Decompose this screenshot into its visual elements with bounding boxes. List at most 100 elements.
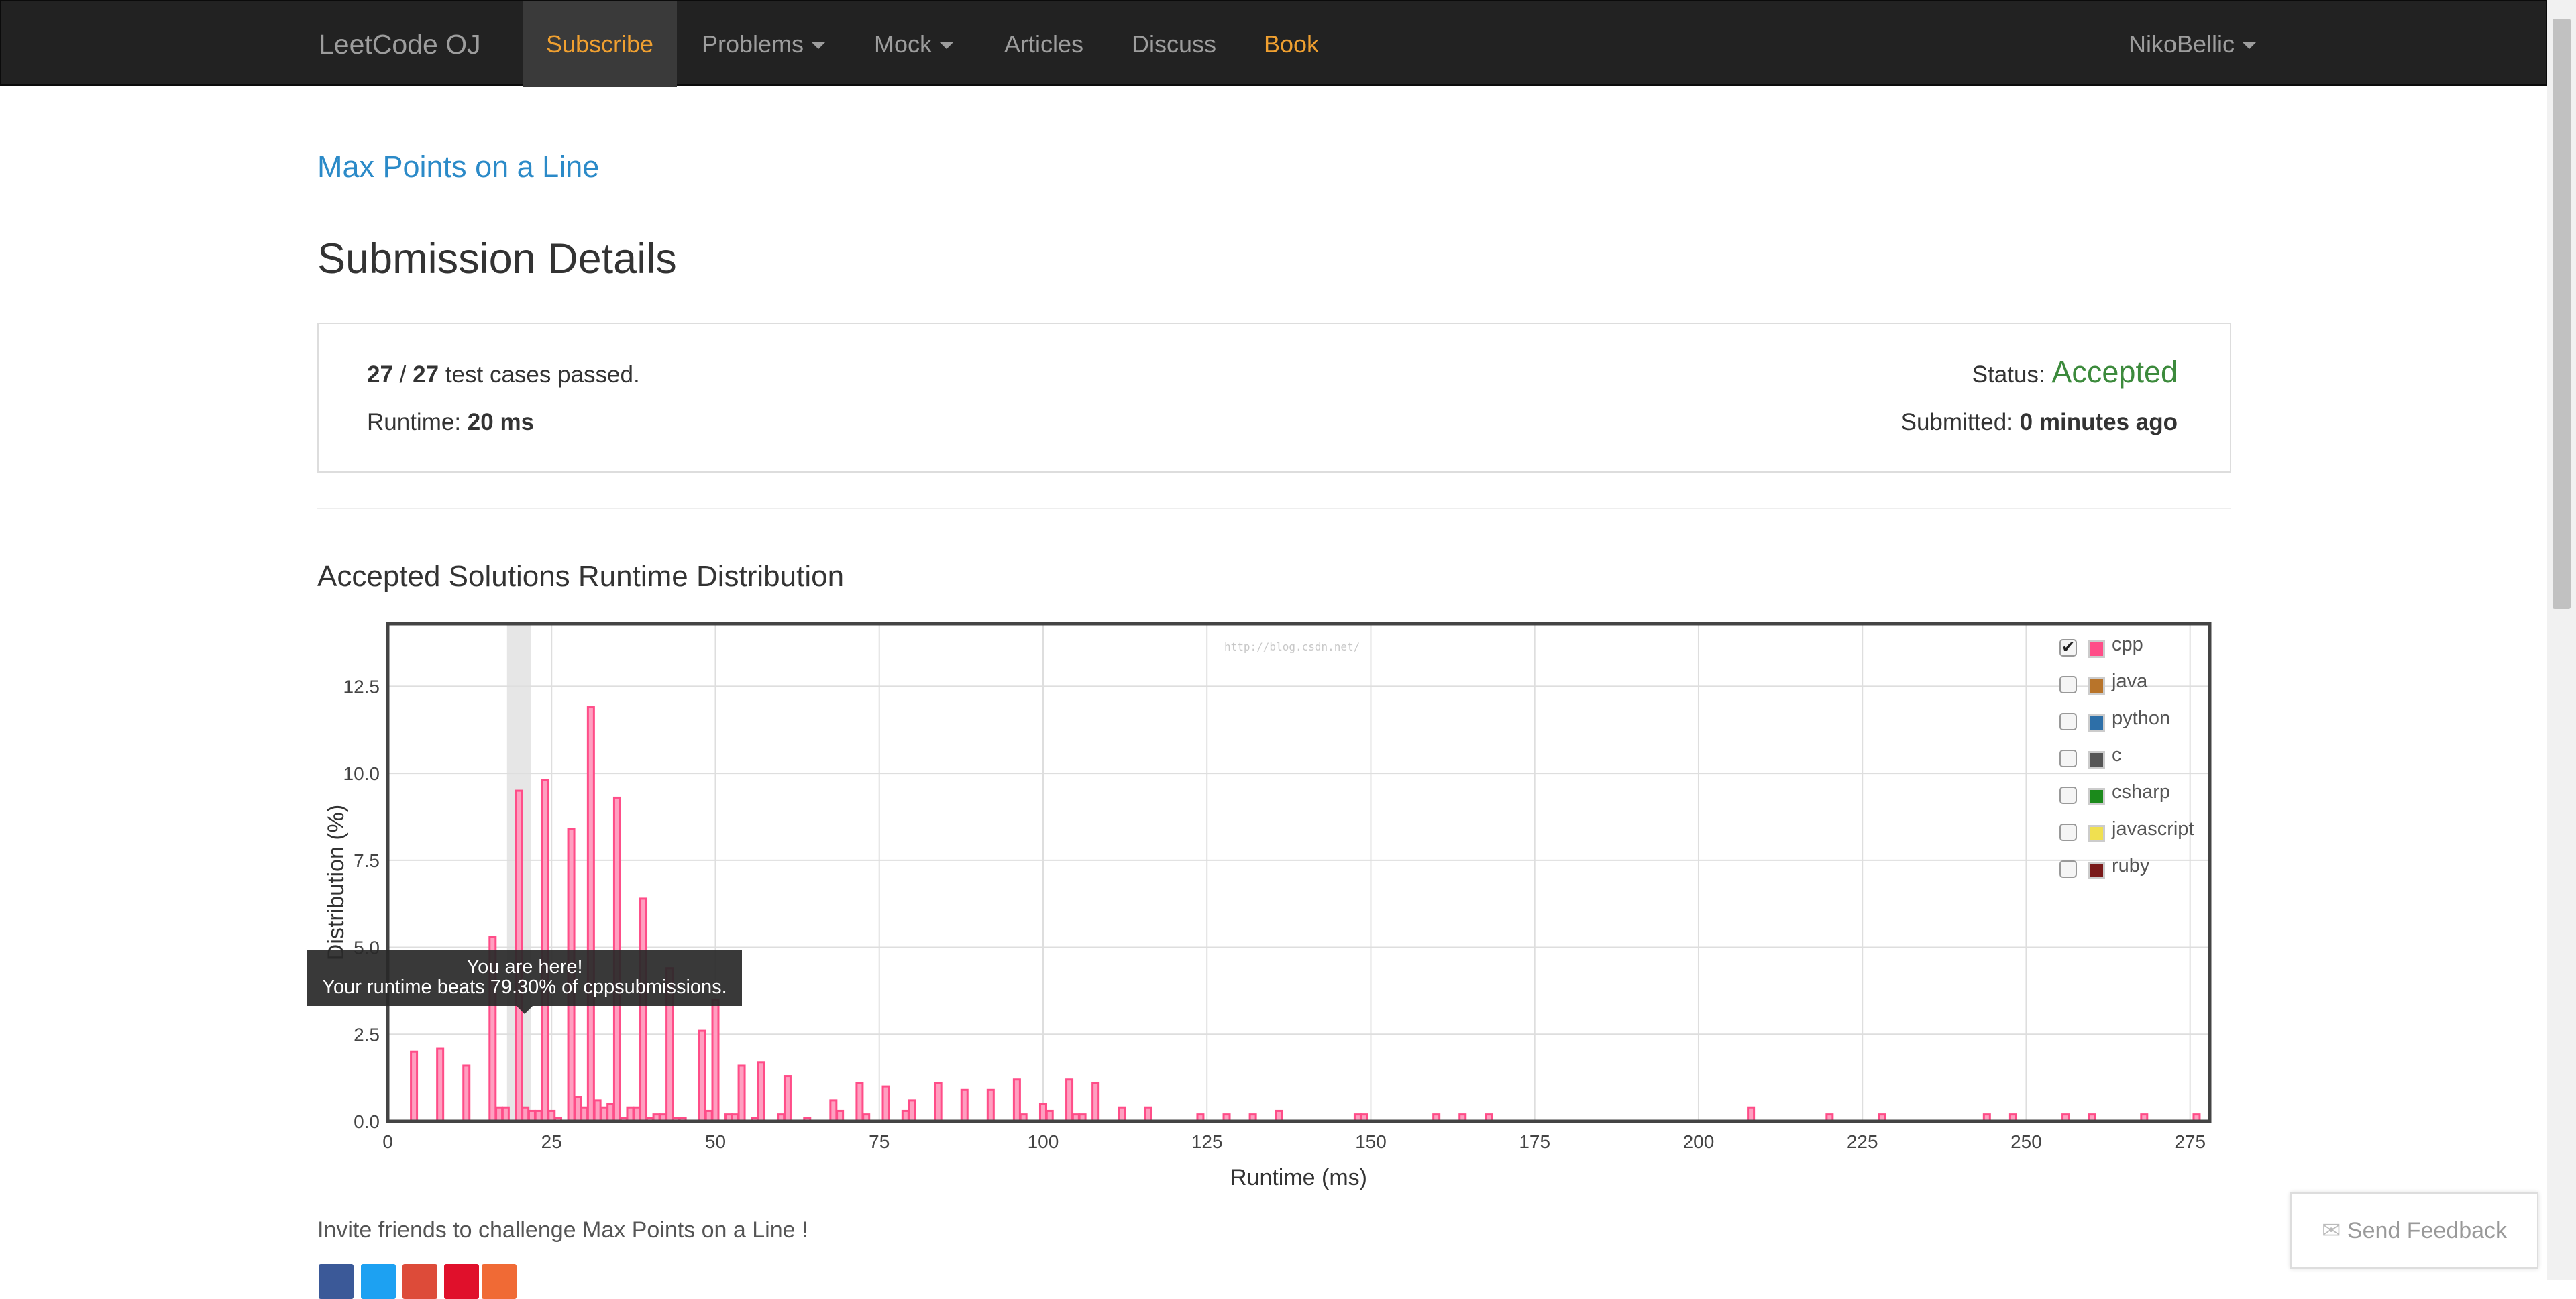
x-tick-label: 50 xyxy=(705,1131,726,1152)
status-label: Status: xyxy=(1972,361,2045,388)
tooltip-title: You are here! xyxy=(466,956,583,978)
bar-cpp xyxy=(462,1064,471,1123)
legend-swatch-ruby xyxy=(2088,862,2105,879)
x-tick-label: 75 xyxy=(869,1131,890,1152)
legend-checkbox-java[interactable] xyxy=(2059,676,2077,693)
bar-cpp xyxy=(586,706,595,1123)
runtime-label: Runtime: xyxy=(367,409,462,435)
legend-swatch-java xyxy=(2088,677,2105,695)
status-value: Accepted xyxy=(2051,355,2178,389)
bar-cpp xyxy=(881,1085,890,1123)
y-tick-label: 0.0 xyxy=(354,1111,380,1132)
bar-cpp xyxy=(1038,1103,1047,1123)
nav-discuss[interactable]: Discuss xyxy=(1132,1,1216,87)
nav-mock[interactable]: Mock xyxy=(874,1,954,87)
x-tick-label: 225 xyxy=(1847,1131,1878,1152)
user-menu[interactable]: NikoBellic xyxy=(2129,1,2257,87)
x-tick-label: 0 xyxy=(382,1131,393,1152)
nav-articles[interactable]: Articles xyxy=(1004,1,1083,87)
bar-cpp xyxy=(1144,1106,1152,1123)
y-tick-label: 2.5 xyxy=(354,1024,380,1045)
bar-cpp xyxy=(1065,1078,1074,1123)
nav-book[interactable]: Book xyxy=(1264,1,1319,87)
envelope-icon: ✉ xyxy=(2321,1218,2341,1243)
y-axis-label: Distribution (%) xyxy=(323,805,349,960)
y-tick-label: 10.0 xyxy=(343,763,380,784)
bar-cpp xyxy=(711,998,720,1123)
legend-checkbox-ruby[interactable] xyxy=(2059,860,2077,878)
legend-swatch-csharp xyxy=(2088,788,2105,805)
bar-cpp xyxy=(855,1082,864,1123)
legend-checkbox-cpp[interactable]: ✔ xyxy=(2059,639,2077,657)
google-plus-share-icon[interactable] xyxy=(402,1264,437,1299)
tooltip-pointer xyxy=(517,1006,533,1014)
legend-label-c: c xyxy=(2112,744,2122,766)
bar-cpp xyxy=(626,1106,635,1123)
test-cases-summary: 27 / 27 test cases passed. xyxy=(367,361,640,388)
bar-cpp xyxy=(960,1088,969,1123)
bar-cpp xyxy=(436,1047,445,1123)
x-tick-label: 150 xyxy=(1355,1131,1387,1152)
y-tick-label: 12.5 xyxy=(343,676,380,697)
x-tick-label: 175 xyxy=(1519,1131,1550,1152)
bar-cpp xyxy=(757,1061,765,1123)
x-tick-label: 200 xyxy=(1683,1131,1715,1152)
bar-cpp xyxy=(501,1106,510,1123)
runtime-summary: Runtime: 20 ms xyxy=(367,409,534,436)
page-scrollbar[interactable] xyxy=(2547,0,2576,1280)
x-tick-label: 275 xyxy=(2174,1131,2206,1152)
legend-label-javascript: javascript xyxy=(2112,818,2194,840)
nav-mock-label: Mock xyxy=(874,30,932,58)
bar-cpp xyxy=(1118,1106,1126,1123)
count-separator: / xyxy=(399,361,407,388)
nav-book-label: Book xyxy=(1264,30,1320,58)
nav-subscribe[interactable]: Subscribe xyxy=(523,1,677,87)
bar-cpp xyxy=(908,1099,916,1123)
bar-cpp xyxy=(986,1088,995,1123)
chevron-down-icon xyxy=(2243,42,2257,50)
legend-swatch-javascript xyxy=(2088,825,2105,842)
bar-cpp xyxy=(737,1064,746,1123)
bar-cpp xyxy=(1091,1082,1100,1123)
runtime-tooltip: You are here! Your runtime beats 79.30% … xyxy=(307,950,742,1006)
bar-cpp xyxy=(1012,1078,1021,1123)
bar-cpp xyxy=(495,1106,504,1123)
nav-problems-label: Problems xyxy=(702,30,804,58)
runtime-distribution-chart[interactable]: 0 25 50 75 100 125 150 175 200 225 250 2750.02.55.0… xyxy=(295,607,2227,1190)
invite-text: Invite friends to challenge Max Points o… xyxy=(317,1217,808,1243)
submission-details-panel: 27 / 27 test cases passed. Runtime: 20 m… xyxy=(317,323,2231,473)
brand-logo[interactable]: LeetCode OJ xyxy=(319,1,481,87)
legend-swatch-python xyxy=(2088,714,2105,732)
weibo-share-icon[interactable] xyxy=(444,1264,479,1299)
legend-checkbox-python[interactable] xyxy=(2059,713,2077,730)
page-title: Submission Details xyxy=(317,235,677,282)
nav-subscribe-label: Subscribe xyxy=(545,30,654,58)
more-share-icon[interactable] xyxy=(482,1264,517,1299)
nav-discuss-label: Discuss xyxy=(1132,30,1217,58)
bar-cpp xyxy=(521,1106,530,1123)
twitter-share-icon[interactable] xyxy=(361,1264,396,1299)
problem-link[interactable]: Max Points on a Line xyxy=(317,150,599,184)
nav-problems[interactable]: Problems xyxy=(702,1,826,87)
legend-label-csharp: csharp xyxy=(2112,781,2171,803)
legend-checkbox-javascript[interactable] xyxy=(2059,824,2077,841)
submitted-summary: Submitted: 0 minutes ago xyxy=(1901,409,2178,436)
nav-articles-label: Articles xyxy=(1004,30,1084,58)
facebook-share-icon[interactable] xyxy=(319,1264,354,1299)
legend-label-java: java xyxy=(2112,671,2148,692)
bar-cpp xyxy=(600,1106,608,1123)
legend-swatch-c xyxy=(2088,751,2105,769)
legend-checkbox-csharp[interactable] xyxy=(2059,787,2077,804)
send-feedback-button[interactable]: ✉ Send Feedback xyxy=(2290,1192,2538,1269)
bar-cpp xyxy=(698,1029,706,1123)
x-tick-label: 100 xyxy=(1028,1131,1059,1152)
legend-swatch-cpp xyxy=(2088,640,2105,658)
passed-count: 27 xyxy=(367,361,393,388)
scrollbar-thumb[interactable] xyxy=(2553,19,2571,609)
chart-legend: ✔ cpp java python c csharp javascript ru… xyxy=(2059,634,2214,889)
legend-checkbox-c[interactable] xyxy=(2059,750,2077,767)
chevron-down-icon xyxy=(940,42,954,50)
legend-label-cpp: cpp xyxy=(2112,634,2143,655)
bar-cpp xyxy=(633,1106,641,1123)
user-name: NikoBellic xyxy=(2129,30,2235,58)
